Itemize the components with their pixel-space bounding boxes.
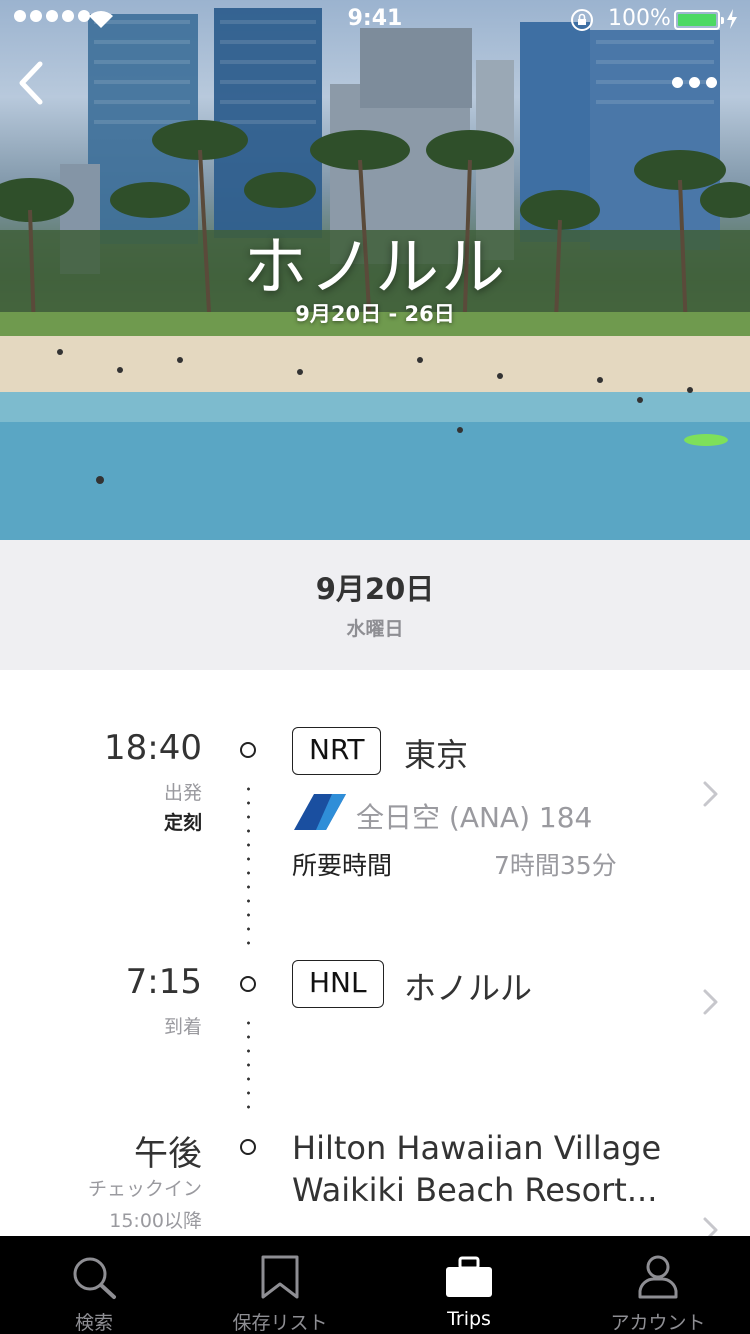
- trip-dates: 9月20日 - 26日: [295, 302, 455, 326]
- more-options-button[interactable]: [672, 72, 722, 92]
- airport-code-badge: HNL: [292, 960, 384, 1008]
- charging-bolt-icon: [727, 9, 737, 29]
- timeline-connector: [247, 782, 250, 952]
- day-weekday: 水曜日: [346, 618, 404, 640]
- checkin-detail: 15:00以降: [109, 1210, 202, 1232]
- hotel-name-line2: Waikiki Beach Resort...: [292, 1171, 658, 1209]
- hero-photo: 9:41 100% ホノルル 9月20日 - 26日: [0, 0, 750, 540]
- chevron-left-icon: [19, 61, 43, 105]
- departure-time: 18:40: [104, 728, 202, 768]
- ellipsis-icon: [672, 76, 683, 88]
- duration-label: 所要時間: [292, 851, 393, 880]
- checkin-time: 午後: [134, 1134, 202, 1174]
- tab-account-label: アカウント: [610, 1312, 706, 1334]
- airline-flight: 全日空 (ANA) 184: [356, 801, 593, 834]
- timeline-node: [240, 742, 256, 758]
- flight-status: 定刻: [163, 812, 202, 834]
- tab-trips-label: Trips: [447, 1308, 491, 1330]
- day-date: 9月20日: [315, 572, 435, 606]
- timeline-node: [240, 976, 256, 992]
- tab-saved-label: 保存リスト: [232, 1312, 328, 1334]
- status-bar: 9:41 100%: [0, 0, 750, 40]
- tab-search-label: 検索: [74, 1312, 113, 1334]
- tab-account[interactable]: アカウント: [564, 1236, 750, 1334]
- timeline-node: [240, 1139, 256, 1155]
- hotel-name-line1: Hilton Hawaiian Village: [292, 1129, 662, 1167]
- destination-title: ホノルル: [243, 231, 507, 305]
- bookmark-icon: [261, 1255, 299, 1299]
- departure-city: 東京: [404, 736, 469, 774]
- ana-logo-icon: [294, 794, 346, 830]
- person-icon: [638, 1255, 678, 1299]
- tab-bar: 検索 保存リスト Trips アカウント: [0, 1236, 750, 1334]
- tab-search[interactable]: 検索: [0, 1236, 188, 1334]
- departure-label: 出発: [163, 782, 202, 804]
- timeline-connector: [247, 1016, 250, 1116]
- tab-trips[interactable]: Trips: [375, 1236, 563, 1334]
- arrival-city: ホノルル: [404, 969, 533, 1007]
- search-icon: [73, 1257, 116, 1299]
- rotation-lock-icon: [571, 9, 593, 31]
- arrival-time: 7:15: [125, 962, 202, 1002]
- airport-code-badge: NRT: [292, 727, 382, 775]
- battery-icon: [674, 10, 724, 30]
- arrival-label: 到着: [163, 1016, 202, 1038]
- checkin-label: チェックイン: [87, 1178, 202, 1200]
- chevron-right-icon: [703, 989, 718, 1015]
- suitcase-icon: [446, 1256, 492, 1297]
- chevron-right-icon: [703, 781, 718, 807]
- back-button[interactable]: [14, 60, 54, 110]
- battery-percent: 100%: [608, 6, 671, 31]
- duration-value: 7時間35分: [494, 851, 617, 880]
- tab-saved[interactable]: 保存リスト: [186, 1236, 374, 1334]
